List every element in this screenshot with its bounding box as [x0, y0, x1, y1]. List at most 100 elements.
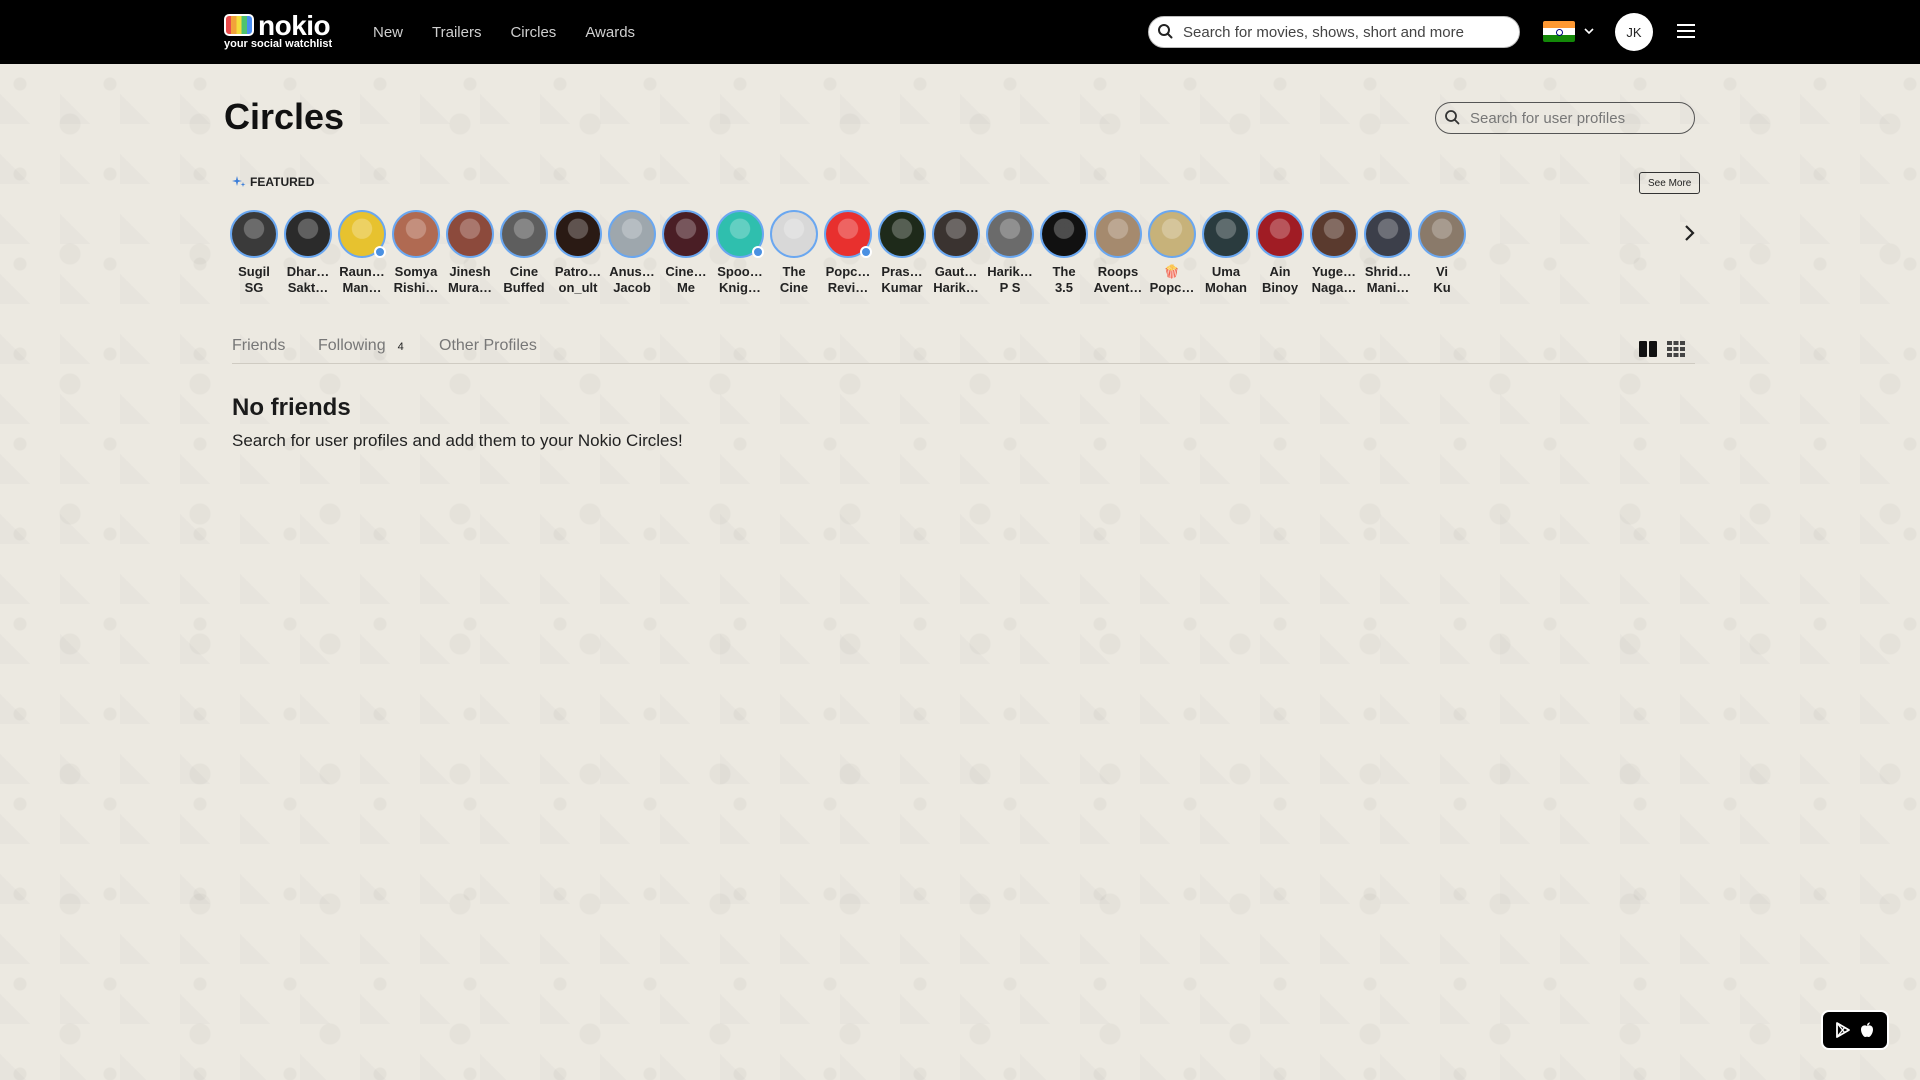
see-more-button[interactable]: See More: [1639, 172, 1701, 194]
tab-following[interactable]: Following 4: [318, 337, 404, 355]
following-count: 4: [397, 341, 404, 353]
featured-profile[interactable]: Somya Rishi…: [389, 210, 443, 296]
profile-name-line2: Popc…: [1149, 280, 1195, 295]
profile-name: Vi Ku: [1415, 264, 1469, 296]
profile-name-line2: P S: [999, 280, 1021, 295]
featured-profile[interactable]: The Cine: [767, 210, 821, 296]
profile-name-line1: Roops: [1097, 264, 1139, 279]
featured-profile[interactable]: 🍿 Popc…: [1145, 210, 1199, 296]
featured-profile[interactable]: Jinesh Mura…: [443, 210, 497, 296]
profile-name: The 3.5: [1037, 264, 1091, 296]
profile-name-line1: Gaut…: [934, 264, 978, 279]
profile-name-line1: Somya: [394, 264, 438, 279]
profile-name-line1: Yuge…: [1311, 264, 1357, 279]
profile-name: Roops Avent…: [1091, 264, 1145, 296]
featured-profile[interactable]: Patro… on_ult: [551, 210, 605, 296]
tab-following-label: Following: [318, 337, 386, 354]
profile-name: Raun… Man…: [335, 264, 389, 296]
profile-name-line1: 🍿: [1163, 264, 1181, 279]
featured-profile[interactable]: Shrid… Mani…: [1361, 210, 1415, 296]
nav-awards[interactable]: Awards: [585, 24, 635, 41]
profile-name: Uma Mohan: [1199, 264, 1253, 296]
profile-name-line2: Man…: [342, 280, 382, 295]
nav-circles[interactable]: Circles: [510, 24, 556, 41]
tab-other-profiles[interactable]: Other Profiles: [439, 337, 537, 355]
featured-profile[interactable]: The 3.5: [1037, 210, 1091, 296]
circles-tabs: Friends Following 4 Other Profiles: [232, 335, 1695, 364]
profile-name-line1: Jinesh: [449, 264, 491, 279]
profile-name-line2: on_ult: [558, 280, 598, 295]
profile-name: Cine… Me: [659, 264, 713, 296]
india-flag-icon[interactable]: [1543, 21, 1575, 42]
profile-name-line2: Buffed: [503, 280, 545, 295]
profile-name-line1: Shrid…: [1364, 264, 1412, 279]
featured-profile[interactable]: Spoo… Knig…: [713, 210, 767, 296]
profile-name: Patro… on_ult: [551, 264, 605, 296]
profile-avatar: [1202, 210, 1250, 258]
grid-view-icon[interactable]: [1666, 339, 1686, 359]
profile-name-line2: Sakt…: [287, 280, 329, 295]
top-navigation-bar: nokio your social watchlist New Trailers…: [0, 0, 1920, 64]
profile-name: Cine Buffed: [497, 264, 551, 296]
profile-avatar: [608, 210, 656, 258]
profile-name: Dhar… Sakt…: [281, 264, 335, 296]
carousel-next-button[interactable]: [1678, 222, 1700, 244]
logo-tv-icon: [224, 14, 254, 36]
two-column-view-icon[interactable]: [1638, 339, 1658, 359]
featured-profile[interactable]: Roops Avent…: [1091, 210, 1145, 296]
nav-trailers[interactable]: Trailers: [432, 24, 481, 41]
profile-avatar: [1364, 210, 1412, 258]
verified-badge-icon: [860, 246, 872, 258]
featured-profile[interactable]: Ain Binoy: [1253, 210, 1307, 296]
featured-text: FEATURED: [250, 175, 315, 189]
profile-avatar: [716, 210, 764, 258]
featured-profile[interactable]: Dhar… Sakt…: [281, 210, 335, 296]
featured-profile[interactable]: Pras… Kumar: [875, 210, 929, 296]
empty-state-message: Search for user profiles and add them to…: [232, 431, 683, 450]
profile-avatar: [1094, 210, 1142, 258]
featured-profile[interactable]: Anus… Jacob: [605, 210, 659, 296]
verified-badge-icon: [374, 246, 386, 258]
featured-profile[interactable]: Cine… Me: [659, 210, 713, 296]
tab-friends[interactable]: Friends: [232, 337, 285, 355]
app-store-badge[interactable]: [1821, 1010, 1889, 1050]
profile-avatar: [662, 210, 710, 258]
nokio-logo[interactable]: nokio your social watchlist: [224, 10, 336, 52]
tab-friends-label: Friends: [232, 337, 286, 354]
featured-profile[interactable]: Gaut… Harik…: [929, 210, 983, 296]
featured-profiles-carousel: Sugil SG Dhar… Sakt… Raun… Man… Somya Rishi… Jin…: [227, 210, 1695, 302]
nav-new[interactable]: New: [373, 24, 403, 41]
profile-name-line2: Ku: [1433, 280, 1451, 295]
profile-name-line2: Harik…: [933, 280, 979, 295]
user-search-input[interactable]: [1468, 108, 1682, 128]
profile-avatar: [1310, 210, 1358, 258]
featured-profile[interactable]: Sugil SG: [227, 210, 281, 296]
featured-profile[interactable]: Uma Mohan: [1199, 210, 1253, 296]
global-search-input[interactable]: [1181, 22, 1505, 42]
profile-avatar: [500, 210, 548, 258]
chevron-down-icon[interactable]: [1583, 24, 1595, 36]
profile-name-line1: Cine…: [665, 264, 707, 279]
profile-name: Jinesh Mura…: [443, 264, 497, 296]
user-avatar[interactable]: JK: [1615, 13, 1653, 51]
profile-name-line1: Ain: [1269, 264, 1291, 279]
featured-profile[interactable]: Popc… Revi…: [821, 210, 875, 296]
featured-profile[interactable]: Harik… P S: [983, 210, 1037, 296]
featured-profile[interactable]: Raun… Man…: [335, 210, 389, 296]
featured-profile[interactable]: Vi Ku: [1415, 210, 1469, 296]
profile-name-line1: Dhar…: [286, 264, 330, 279]
profile-name-line2: Binoy: [1261, 280, 1299, 295]
global-search-box: [1148, 16, 1520, 48]
search-icon: [1444, 109, 1462, 127]
verified-badge-icon: [752, 246, 764, 258]
featured-profile[interactable]: Yuge… Naga…: [1307, 210, 1361, 296]
profile-name-line2: Rishi…: [393, 280, 439, 295]
menu-icon[interactable]: [1676, 22, 1696, 40]
profile-name-line2: Mani…: [1366, 280, 1410, 295]
profile-name-line2: 3.5: [1054, 280, 1074, 295]
profile-avatar: [1148, 210, 1196, 258]
play-store-icon: [1836, 1022, 1850, 1038]
sparkle-icon: [232, 175, 246, 189]
featured-profile[interactable]: Cine Buffed: [497, 210, 551, 296]
profile-avatar: [554, 210, 602, 258]
